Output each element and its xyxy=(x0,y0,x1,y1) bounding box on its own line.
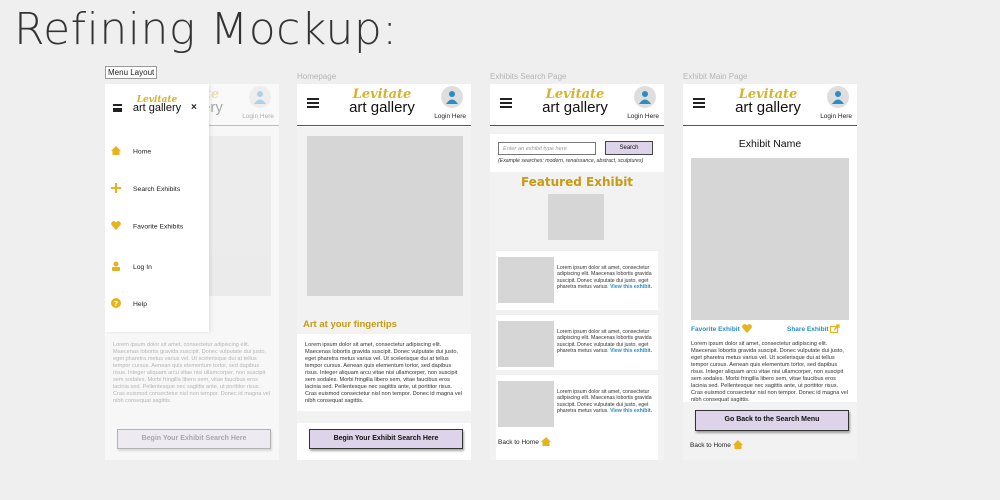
exhibit-thumbnail xyxy=(498,257,554,303)
header: Levitate art gallery Login Here xyxy=(490,84,664,126)
menu-item-label: Help xyxy=(133,300,147,308)
avatar[interactable] xyxy=(249,86,271,108)
body-text: Lorem ipsum dolor sit amet, consectetur … xyxy=(305,342,463,404)
hamburger-icon[interactable] xyxy=(307,98,319,108)
logo-main: art gallery xyxy=(349,99,415,116)
view-exhibit-link[interactable]: View this exhibit. xyxy=(610,348,652,354)
share-icon xyxy=(830,324,841,335)
user-icon xyxy=(446,91,458,104)
close-icon[interactable]: × xyxy=(191,102,197,113)
login-link[interactable]: Login Here xyxy=(242,113,274,120)
favorite-label: Favorite Exhibit xyxy=(691,326,740,334)
exhibit-thumbnail xyxy=(498,381,554,427)
exhibit-name: Exhibit Name xyxy=(738,138,802,150)
user-icon xyxy=(111,261,123,273)
page-title: Refining Mockup: xyxy=(14,4,398,55)
user-icon xyxy=(254,91,266,104)
back-to-search-button[interactable]: Go Back to the Search Menu xyxy=(695,410,849,431)
help-icon: ? xyxy=(111,298,123,310)
header: Levitate art gallery Login Here xyxy=(297,84,471,126)
frame-label-exhibit-page: Exhibit Main Page xyxy=(683,72,748,81)
header: Levitate art gallery Login Here xyxy=(683,84,857,126)
frame-exhibit-page: Levitate art gallery Login Here Exhibit … xyxy=(683,84,857,460)
featured-heading: Featured Exhibit xyxy=(520,175,634,189)
exhibit-image-placeholder xyxy=(691,158,849,320)
frame-menu-layout: Levitate art gallery Login Here Lorem ip… xyxy=(105,84,279,460)
logo: Levitate art gallery xyxy=(534,88,616,122)
avatar[interactable] xyxy=(634,86,656,108)
home-icon xyxy=(540,437,551,448)
view-exhibit-link[interactable]: View this exhibit. xyxy=(610,284,652,290)
user-icon xyxy=(832,91,844,104)
hero-image-placeholder xyxy=(307,136,463,296)
exhibit-description: Lorem ipsum dolor sit amet, consectetur … xyxy=(557,389,657,415)
menu-item-home[interactable]: Home xyxy=(111,146,151,157)
hamburger-icon[interactable] xyxy=(500,98,512,108)
exhibit-description: Lorem ipsum dolor sit amet, consectetur … xyxy=(691,341,849,403)
svg-text:?: ? xyxy=(114,300,118,308)
hamburger-icon[interactable] xyxy=(693,98,705,108)
exhibit-card[interactable]: Lorem ipsum dolor sit amet, consectetur … xyxy=(496,374,658,430)
search-input[interactable]: Enter an exhibit type here xyxy=(498,142,596,155)
spacer-band xyxy=(297,411,471,423)
logo-main: art gallery xyxy=(542,99,608,116)
logo-main: art gallery xyxy=(132,102,182,114)
menu-item-help[interactable]: ? Help xyxy=(111,298,147,310)
avatar[interactable] xyxy=(441,86,463,108)
menu-logo: Levitate art gallery xyxy=(127,96,187,130)
menu-item-label: Home xyxy=(133,148,152,156)
back-to-home-link[interactable]: Back to Home xyxy=(690,440,743,451)
menu-item-label: Log In xyxy=(133,263,152,271)
login-link[interactable]: Login Here xyxy=(434,113,466,120)
back-home-label: Back to Home xyxy=(690,442,731,450)
back-to-home-link[interactable]: Back to Home xyxy=(498,437,551,448)
exhibit-description: Lorem ipsum dolor sit amet, consectetur … xyxy=(557,329,657,355)
exhibit-thumbnail xyxy=(498,321,554,367)
side-menu: Levitate art gallery × Home Search Exhib… xyxy=(105,84,209,332)
section-heading: Art at your fingertips xyxy=(303,319,397,330)
hamburger-icon[interactable] xyxy=(113,104,122,112)
exhibit-card[interactable]: Lorem ipsum dolor sit amet, consectetur … xyxy=(496,314,658,370)
user-icon xyxy=(639,91,651,104)
login-link[interactable]: Login Here xyxy=(627,113,659,120)
frame-homepage: Levitate art gallery Login Here Art at y… xyxy=(297,84,471,460)
share-label: Share Exhibit xyxy=(787,326,829,334)
avatar[interactable] xyxy=(827,86,849,108)
image-placeholder xyxy=(209,136,271,296)
heart-icon xyxy=(111,221,123,232)
menu-item-log-in[interactable]: Log In xyxy=(111,261,152,273)
home-icon xyxy=(111,146,123,157)
exhibit-description: Lorem ipsum dolor sit amet, consectetur … xyxy=(557,265,657,291)
logo-main: art gallery xyxy=(735,99,801,116)
search-button[interactable]: Search xyxy=(605,141,653,155)
menu-item-label: Favorite Exhibits xyxy=(133,223,184,231)
featured-image-placeholder xyxy=(548,194,604,240)
menu-item-label: Search Exhibits xyxy=(133,185,181,193)
frame-label-search-page: Exhibits Search Page xyxy=(490,72,567,81)
logo: Levitate art gallery xyxy=(727,88,809,122)
heart-icon xyxy=(741,324,752,335)
begin-search-button[interactable]: Begin Your Exhibit Search Here xyxy=(117,429,271,449)
frame-label-homepage: Homepage xyxy=(297,72,337,81)
body-text: Lorem ipsum dolor sit amet, consectetur … xyxy=(113,342,271,404)
share-exhibit-button[interactable]: Share Exhibit xyxy=(787,324,841,335)
home-icon xyxy=(732,440,743,451)
back-home-label: Back to Home xyxy=(498,439,539,447)
search-examples: (Example searches: modern, renaissance, … xyxy=(498,158,644,164)
logo: Levitate art gallery xyxy=(341,88,423,122)
view-exhibit-link[interactable]: View this exhibit. xyxy=(610,408,652,414)
exhibit-card[interactable]: Lorem ipsum dolor sit amet, consectetur … xyxy=(496,250,658,310)
login-link[interactable]: Login Here xyxy=(820,113,852,120)
favorite-exhibit-button[interactable]: Favorite Exhibit xyxy=(691,324,752,335)
menu-item-favorite-exhibits[interactable]: Favorite Exhibits xyxy=(111,221,183,232)
menu-item-search-exhibits[interactable]: Search Exhibits xyxy=(111,183,180,195)
begin-search-button[interactable]: Begin Your Exhibit Search Here xyxy=(309,429,463,449)
frame-search-page: Levitate art gallery Login Here Enter an… xyxy=(490,84,664,460)
frame-label-menu-layout: Menu Layout xyxy=(105,66,158,79)
plus-icon xyxy=(111,183,123,195)
